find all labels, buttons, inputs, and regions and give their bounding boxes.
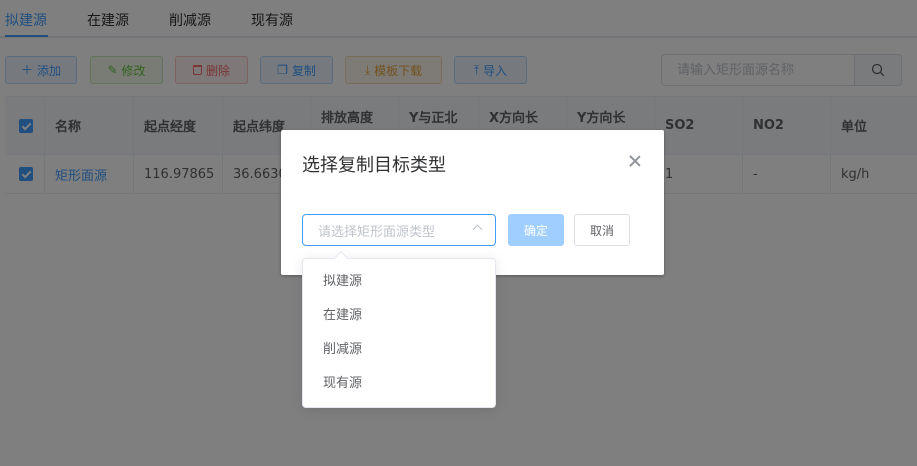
select-placeholder: 请选择矩形面源类型	[318, 224, 436, 240]
close-icon[interactable]	[628, 154, 642, 168]
dialog-title: 选择复制目标类型	[302, 155, 446, 176]
source-type-select[interactable]: 请选择矩形面源类型	[302, 214, 496, 246]
chevron-up-icon	[472, 224, 483, 235]
option-proposed[interactable]: 拟建源	[303, 265, 495, 299]
cancel-button[interactable]: 取消	[574, 214, 630, 246]
option-under-construction[interactable]: 在建源	[303, 299, 495, 333]
source-type-dropdown: 拟建源 在建源 削减源 现有源	[302, 250, 496, 408]
confirm-button[interactable]: 确定	[508, 214, 564, 246]
option-reduced[interactable]: 削减源	[303, 333, 495, 367]
option-existing[interactable]: 现有源	[303, 367, 495, 401]
